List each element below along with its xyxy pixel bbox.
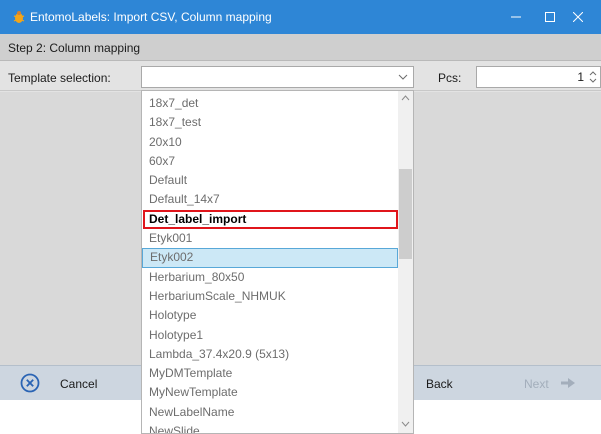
list-item[interactable]: Holotype [142,306,398,325]
step-header: Step 2: Column mapping [0,34,601,61]
list-item[interactable]: MyNewTemplate [142,383,398,402]
back-label: Back [426,377,453,391]
list-item[interactable]: Default_14x7 [142,190,398,209]
chevron-down-icon[interactable] [397,71,409,83]
list-item[interactable]: 20x10 [142,133,398,152]
list-item[interactable]: Default [142,171,398,190]
list-item-hovered[interactable]: Etyk002 [142,248,398,268]
list-item-marked[interactable]: Det_label_import [143,209,398,230]
arrow-right-icon [561,378,575,388]
next-button[interactable]: Next [522,372,592,396]
template-options: 18x7_det 18x7_test 20x10 60x7 Default De… [142,94,398,433]
template-form: Template selection: Pcs: 1 [0,61,601,91]
template-selection-combobox[interactable] [141,66,414,88]
list-item[interactable]: Holotype1 [142,326,398,345]
list-item[interactable]: Etyk001 [142,229,398,248]
list-item[interactable]: NewSlide [142,422,398,433]
bug-icon [13,11,25,23]
next-label: Next [524,377,549,391]
scrollbar-thumb[interactable] [399,169,412,259]
back-button[interactable]: Back [426,372,486,396]
chevron-up-icon[interactable] [401,95,410,101]
list-item[interactable]: Herbarium_80x50 [142,268,398,287]
pcs-label: Pcs: [438,71,462,85]
cancel-button[interactable]: Cancel [20,372,130,396]
pcs-value: 1 [577,70,584,84]
maximize-icon [545,12,555,22]
list-item[interactable]: MyDMTemplate [142,364,398,383]
list-item[interactable]: NewLabelName [142,403,398,422]
step-title: Step 2: Column mapping [8,41,141,55]
chevron-down-icon[interactable] [401,421,410,427]
list-item[interactable]: HerbariumScale_NHMUK [142,287,398,306]
close-button[interactable] [555,0,601,34]
list-item[interactable]: 18x7_det [142,94,398,113]
template-dropdown-list[interactable]: 18x7_det 18x7_test 20x10 60x7 Default De… [141,90,414,434]
list-item[interactable]: Lambda_37.4x20.9 (5x13) [142,345,398,364]
spin-arrows-icon[interactable] [588,68,598,86]
list-item[interactable]: 60x7 [142,152,398,171]
close-icon [573,12,583,22]
close-circle-icon [20,373,40,393]
window-title: EntomoLabels: Import CSV, Column mapping [30,10,272,24]
title-bar: EntomoLabels: Import CSV, Column mapping [0,0,601,34]
cancel-label: Cancel [60,377,98,391]
dropdown-scrollbar[interactable] [398,91,413,433]
pcs-stepper[interactable]: 1 [476,66,601,88]
list-item[interactable]: 18x7_test [142,113,398,132]
template-selection-label: Template selection: [8,71,111,85]
minimize-icon [511,16,521,18]
